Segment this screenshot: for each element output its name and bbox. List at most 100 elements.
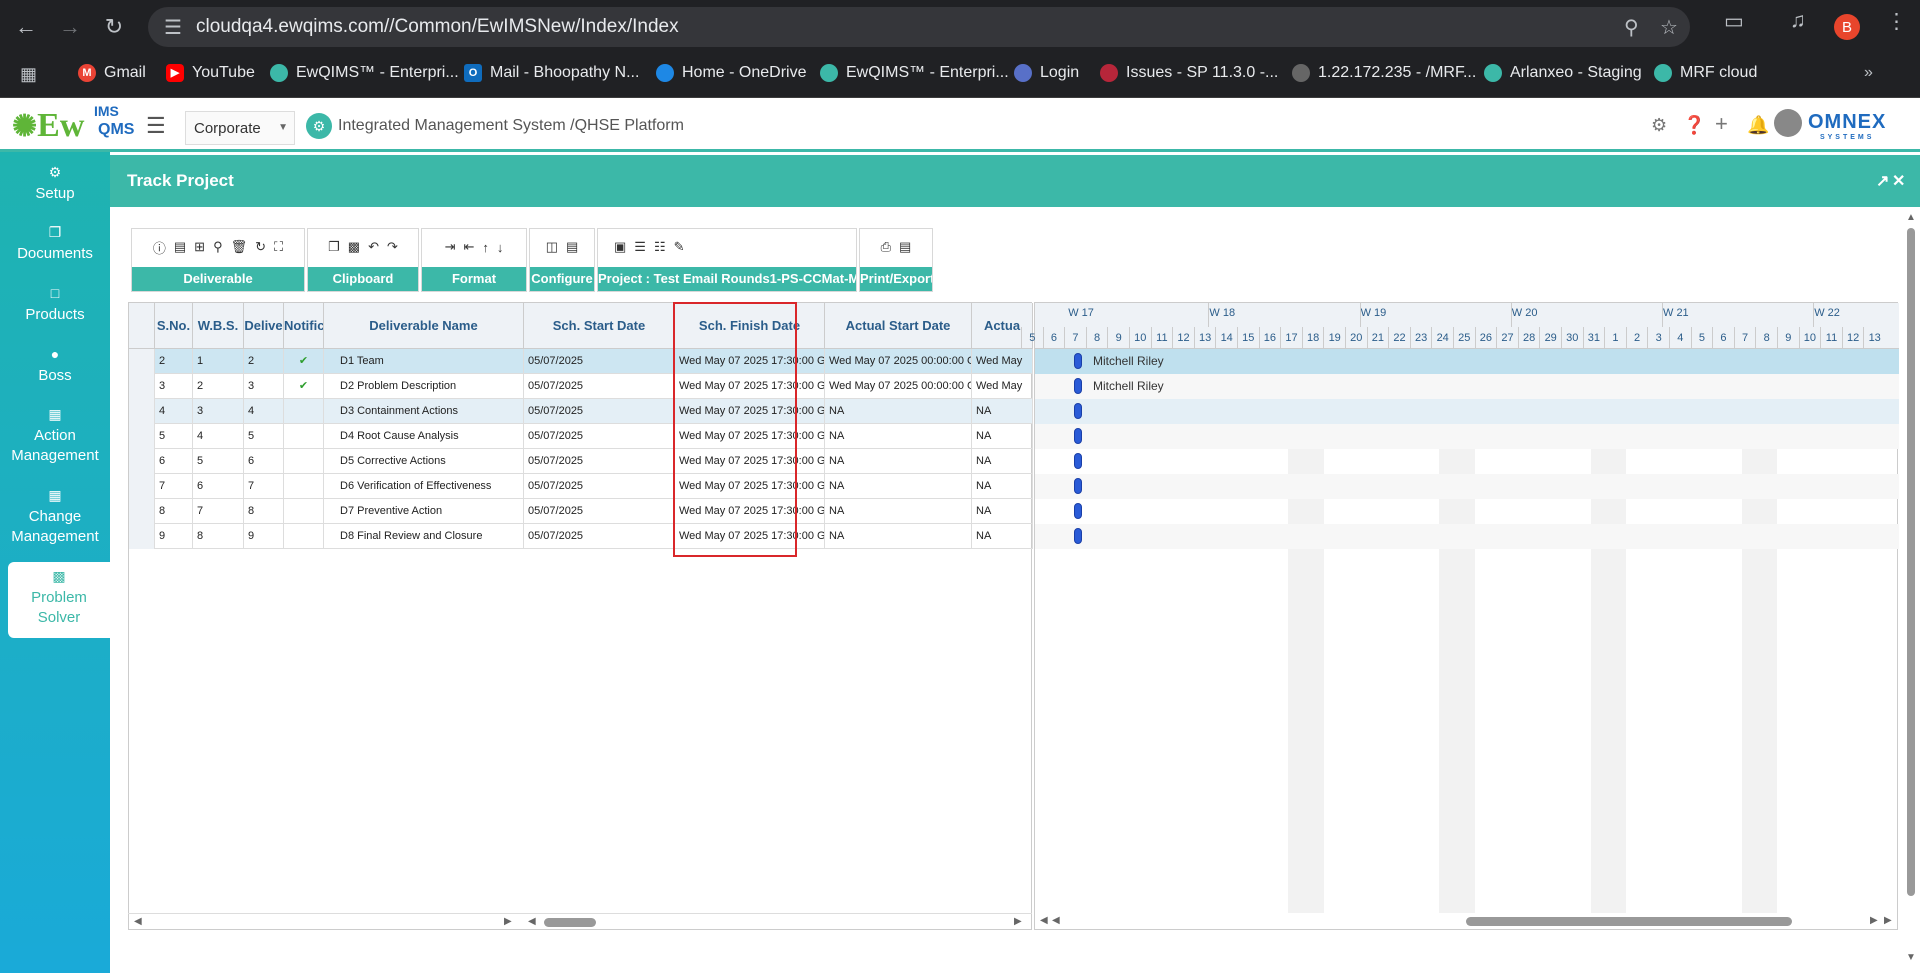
row-selector[interactable] bbox=[129, 399, 155, 424]
task-bar[interactable] bbox=[1074, 453, 1082, 469]
row-selector[interactable] bbox=[129, 424, 155, 449]
task-bar[interactable] bbox=[1074, 403, 1082, 419]
bookmark-ewqims-1[interactable]: EwQIMS™ - Enterpri... bbox=[270, 64, 459, 82]
table-row[interactable]: 2 1 2 ✔ D1 Team 05/07/2025 Wed May 07 2025 17:… bbox=[129, 349, 1033, 374]
sidebar-item-action-management[interactable]: ▦ Action Management bbox=[0, 404, 110, 466]
table-row[interactable]: 3 2 3 ✔ D2 Problem Description 05/07/2025 Wed … bbox=[129, 374, 1033, 399]
sidebar-item-setup[interactable]: ⚙ Setup bbox=[0, 162, 110, 204]
sidebar-item-products[interactable]: □ Products bbox=[0, 283, 110, 325]
scroll-down-icon[interactable]: ▼ bbox=[1906, 952, 1916, 963]
print-icon[interactable]: ⎙ bbox=[881, 239, 891, 255]
col-header-deliverable-name[interactable]: Deliverable Name bbox=[324, 303, 524, 349]
document-icon[interactable]: ▤ bbox=[566, 239, 578, 255]
bookmark-star-icon[interactable]: ☆ bbox=[1660, 15, 1678, 40]
scroll-right-icon[interactable]: ▶ bbox=[1870, 915, 1878, 926]
close-icon[interactable]: ✕ bbox=[1892, 171, 1905, 191]
bookmark-gmail[interactable]: M Gmail bbox=[78, 64, 146, 82]
delete-icon[interactable]: 🗑 bbox=[231, 239, 248, 255]
popout-icon[interactable]: ↗ bbox=[1876, 171, 1889, 191]
sidebar-item-boss[interactable]: ● Boss bbox=[0, 344, 110, 386]
scroll-up-icon[interactable]: ▲ bbox=[1906, 212, 1916, 223]
back-icon[interactable]: ← bbox=[8, 9, 44, 45]
profile-avatar[interactable]: B bbox=[1834, 14, 1860, 40]
bookmark-mrf-ip[interactable]: 1.22.172.235 - /MRF... bbox=[1292, 64, 1476, 82]
hamburger-menu-icon[interactable]: ☰ bbox=[146, 113, 166, 139]
col-header-wbs[interactable]: W.B.S. bbox=[193, 303, 244, 349]
extensions-icon[interactable]: ▭ bbox=[1724, 9, 1744, 34]
add-row-icon[interactable]: ⊞ bbox=[194, 239, 205, 255]
move-down-icon[interactable]: ↓ bbox=[497, 240, 504, 255]
search-icon[interactable]: ⚲ bbox=[213, 239, 223, 255]
menu-icon[interactable]: ⋮ bbox=[1886, 9, 1907, 34]
task-bar[interactable] bbox=[1074, 503, 1082, 519]
bookmark-mail[interactable]: O Mail - Bhoopathy N... bbox=[464, 64, 639, 82]
move-up-icon[interactable]: ↑ bbox=[482, 240, 489, 255]
site-info-icon[interactable]: ☰ bbox=[164, 15, 182, 40]
bookmark-arlanxeo[interactable]: Arlanxeo - Staging bbox=[1484, 64, 1642, 82]
paste-icon[interactable]: ▩ bbox=[348, 239, 360, 255]
scroll-right-icon[interactable]: ▶ bbox=[1014, 916, 1022, 927]
col-header-sch-start[interactable]: Sch. Start Date bbox=[524, 303, 675, 349]
address-bar[interactable]: ☰ cloudqa4.ewqims.com//Common/EwIMSNew/I… bbox=[148, 7, 1690, 47]
save-icon[interactable]: ▤ bbox=[174, 239, 186, 255]
row-selector[interactable] bbox=[129, 524, 155, 549]
scroll-left-icon[interactable]: ◀ bbox=[134, 916, 142, 927]
scroll-left-icon[interactable]: ◀ bbox=[1052, 915, 1060, 926]
bookmark-login[interactable]: Login bbox=[1014, 64, 1079, 82]
url-text[interactable]: cloudqa4.ewqims.com//Common/EwIMSNew/Ind… bbox=[196, 16, 679, 38]
scroll-thumb[interactable] bbox=[1466, 917, 1792, 926]
row-selector[interactable] bbox=[129, 499, 155, 524]
col-header-notification[interactable]: Notific bbox=[284, 303, 324, 349]
col-header-deliverable[interactable]: Delive bbox=[244, 303, 284, 349]
row-selector[interactable] bbox=[129, 449, 155, 474]
fullscreen-icon[interactable]: ⛶ bbox=[274, 239, 283, 255]
settings-icon[interactable]: ⚙ bbox=[1651, 115, 1667, 136]
hierarchy-icon[interactable]: ☷ bbox=[654, 239, 666, 255]
user-avatar[interactable] bbox=[1774, 109, 1802, 137]
table-row[interactable]: 9 8 9 D8 Final Review and Closure 05/07/2025… bbox=[129, 524, 1033, 549]
add-icon[interactable]: + bbox=[1715, 111, 1728, 137]
table-row[interactable]: 8 7 8 D7 Preventive Action 05/07/2025 Wed May… bbox=[129, 499, 1033, 524]
scroll-thumb[interactable] bbox=[544, 918, 596, 927]
task-bar[interactable] bbox=[1074, 528, 1082, 544]
settings-sliders-icon[interactable]: ☰ bbox=[634, 239, 646, 255]
bookmark-issues[interactable]: Issues - SP 11.3.0 -... bbox=[1100, 64, 1278, 82]
task-bar[interactable] bbox=[1074, 378, 1082, 394]
row-selector[interactable] bbox=[129, 349, 155, 374]
media-icon[interactable]: ♫ bbox=[1790, 9, 1806, 33]
columns-icon[interactable]: ◫ bbox=[546, 239, 558, 255]
sidebar-item-change-management[interactable]: ▦ Change Management bbox=[0, 485, 110, 547]
reload-icon[interactable]: ↻ bbox=[96, 9, 132, 45]
notification-bell-icon[interactable]: 🔔 bbox=[1747, 115, 1769, 136]
more-bookmarks-icon[interactable]: » bbox=[1864, 64, 1873, 82]
redo-icon[interactable]: ↷ bbox=[387, 239, 398, 255]
bookmark-ewqims-2[interactable]: EwQIMS™ - Enterpri... bbox=[820, 64, 1009, 82]
table-row[interactable]: 5 4 5 D4 Root Cause Analysis 05/07/2025 Wed M… bbox=[129, 424, 1033, 449]
bookmark-youtube[interactable]: ▶ YouTube bbox=[166, 64, 255, 82]
scroll-right-icon[interactable]: ▶ bbox=[504, 916, 512, 927]
col-header-sch-finish[interactable]: Sch. Finish Date bbox=[675, 303, 825, 349]
forward-icon[interactable]: → bbox=[52, 9, 88, 45]
sidebar-item-documents[interactable]: ❐ Documents bbox=[0, 222, 110, 264]
scroll-left-icon[interactable]: ◀ bbox=[528, 916, 536, 927]
col-header-actual-start[interactable]: Actual Start Date bbox=[825, 303, 972, 349]
refresh-icon[interactable]: ↻ bbox=[255, 239, 266, 255]
organization-select[interactable]: Corporate ▼ bbox=[185, 111, 295, 145]
zoom-icon[interactable]: ⚲ bbox=[1624, 15, 1639, 40]
indent-icon[interactable]: ⇥ bbox=[445, 239, 456, 255]
task-bar[interactable] bbox=[1074, 478, 1082, 494]
bookmark-mrf-cloud[interactable]: MRF cloud bbox=[1654, 64, 1757, 82]
col-header-sno[interactable]: S.No. bbox=[155, 303, 193, 349]
help-icon[interactable]: ❓ bbox=[1683, 115, 1705, 136]
grid-horizontal-scrollbar[interactable]: ◀ ▶ ◀ ▶ bbox=[128, 913, 1032, 930]
outdent-icon[interactable]: ⇤ bbox=[464, 239, 475, 255]
bookmark-onedrive[interactable]: Home - OneDrive bbox=[656, 64, 806, 82]
excel-export-icon[interactable]: ▤ bbox=[899, 239, 911, 255]
edit-document-icon[interactable]: ✎ bbox=[674, 239, 685, 255]
gantt-horizontal-scrollbar[interactable]: ◀ ◀ ▶ ▶ bbox=[1034, 913, 1898, 930]
scroll-right-icon[interactable]: ▶ bbox=[1884, 915, 1892, 926]
scroll-left-icon[interactable]: ◀ bbox=[1040, 915, 1048, 926]
table-row[interactable]: 6 5 6 D5 Corrective Actions 05/07/2025 Wed Ma… bbox=[129, 449, 1033, 474]
sidebar-item-problem-solver[interactable]: ▩ Problem Solver bbox=[8, 562, 110, 638]
apps-icon[interactable]: ▦ bbox=[20, 64, 37, 85]
